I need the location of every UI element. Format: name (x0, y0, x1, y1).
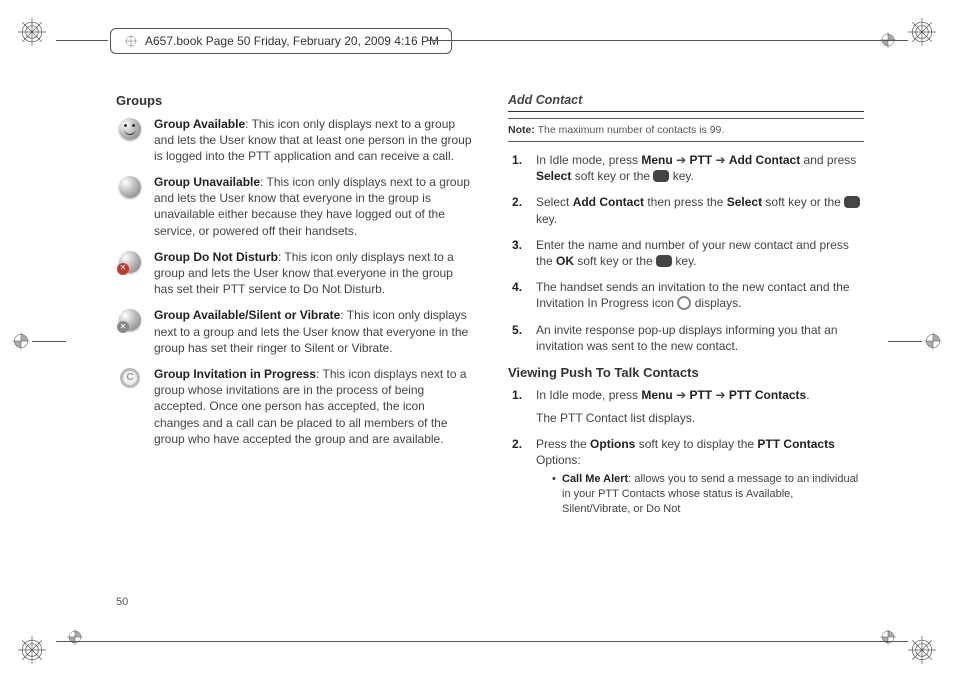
group-invite-row: C Group Invitation in Progress: This ico… (116, 366, 472, 447)
add-contact-steps: In Idle mode, press Menu ➔ PTT ➔ Add Con… (508, 152, 864, 354)
add-contact-heading: Add Contact (508, 92, 864, 112)
step-4: The handset sends an invitation to the n… (508, 279, 864, 311)
group-available-row: Group Available: This icon only displays… (116, 116, 472, 165)
group-invite-text: Group Invitation in Progress: This icon … (154, 366, 472, 447)
step-1: In Idle mode, press Menu ➔ PTT ➔ Add Con… (508, 152, 864, 184)
groups-heading: Groups (116, 92, 472, 110)
page-content: Groups Group Available: This icon only d… (116, 92, 864, 582)
page-number: 50 (116, 596, 128, 608)
bullet-call-me-alert: Call Me Alert: allows you to send a mess… (552, 472, 864, 517)
ptt-key-icon (656, 255, 672, 267)
options-bullets: Call Me Alert: allows you to send a mess… (536, 472, 864, 517)
group-invite-icon: C (120, 368, 140, 388)
crop-mark-left (10, 330, 66, 352)
registration-mark-tr (908, 18, 936, 46)
step-2: Select Add Contact then press the Select… (508, 194, 864, 226)
group-silent-icon: ✕ (119, 309, 141, 331)
step-5: An invite response pop-up displays infor… (508, 322, 864, 354)
footer-crop-circle-left (65, 627, 85, 652)
ptt-key-icon (653, 170, 669, 182)
footer-rule (56, 641, 908, 642)
note-box: Note: The maximum number of contacts is … (508, 118, 864, 142)
right-column: Add Contact Note: The maximum number of … (508, 92, 864, 582)
ptt-key-icon (844, 196, 860, 208)
group-available-text: Group Available: This icon only displays… (154, 116, 472, 165)
header-text: A657.book Page 50 Friday, February 20, 2… (145, 34, 439, 48)
header-crop-circle-right (878, 30, 898, 55)
footer-crop-circle-right (878, 627, 898, 652)
header-box: A657.book Page 50 Friday, February 20, 2… (110, 28, 452, 54)
group-dnd-icon: ✕ (119, 251, 141, 273)
group-dnd-row: ✕ Group Do Not Disturb: This icon only d… (116, 249, 472, 298)
registration-mark-br (908, 636, 936, 664)
group-silent-row: ✕ Group Available/Silent or Vibrate: Thi… (116, 307, 472, 356)
registration-mark-bl (18, 636, 46, 664)
left-column: Groups Group Available: This icon only d… (116, 92, 472, 582)
registration-mark-tl (18, 18, 46, 46)
view-step-1: In Idle mode, press Menu ➔ PTT ➔ PTT Con… (508, 387, 864, 425)
group-dnd-text: Group Do Not Disturb: This icon only dis… (154, 249, 472, 298)
viewing-steps: In Idle mode, press Menu ➔ PTT ➔ PTT Con… (508, 387, 864, 516)
view-step-2: Press the Options soft key to display th… (508, 436, 864, 517)
invitation-progress-icon (677, 296, 691, 310)
viewing-heading: Viewing Push To Talk Contacts (508, 364, 864, 382)
crop-mark-right (888, 330, 944, 352)
group-unavailable-row: Group Unavailable: This icon only displa… (116, 174, 472, 239)
group-silent-text: Group Available/Silent or Vibrate: This … (154, 307, 472, 356)
header-rule-left (56, 40, 108, 41)
header-rule-right (428, 40, 908, 41)
group-unavailable-text: Group Unavailable: This icon only displa… (154, 174, 472, 239)
step-3: Enter the name and number of your new co… (508, 237, 864, 269)
group-unavailable-icon (119, 176, 141, 198)
group-available-icon (119, 118, 141, 140)
